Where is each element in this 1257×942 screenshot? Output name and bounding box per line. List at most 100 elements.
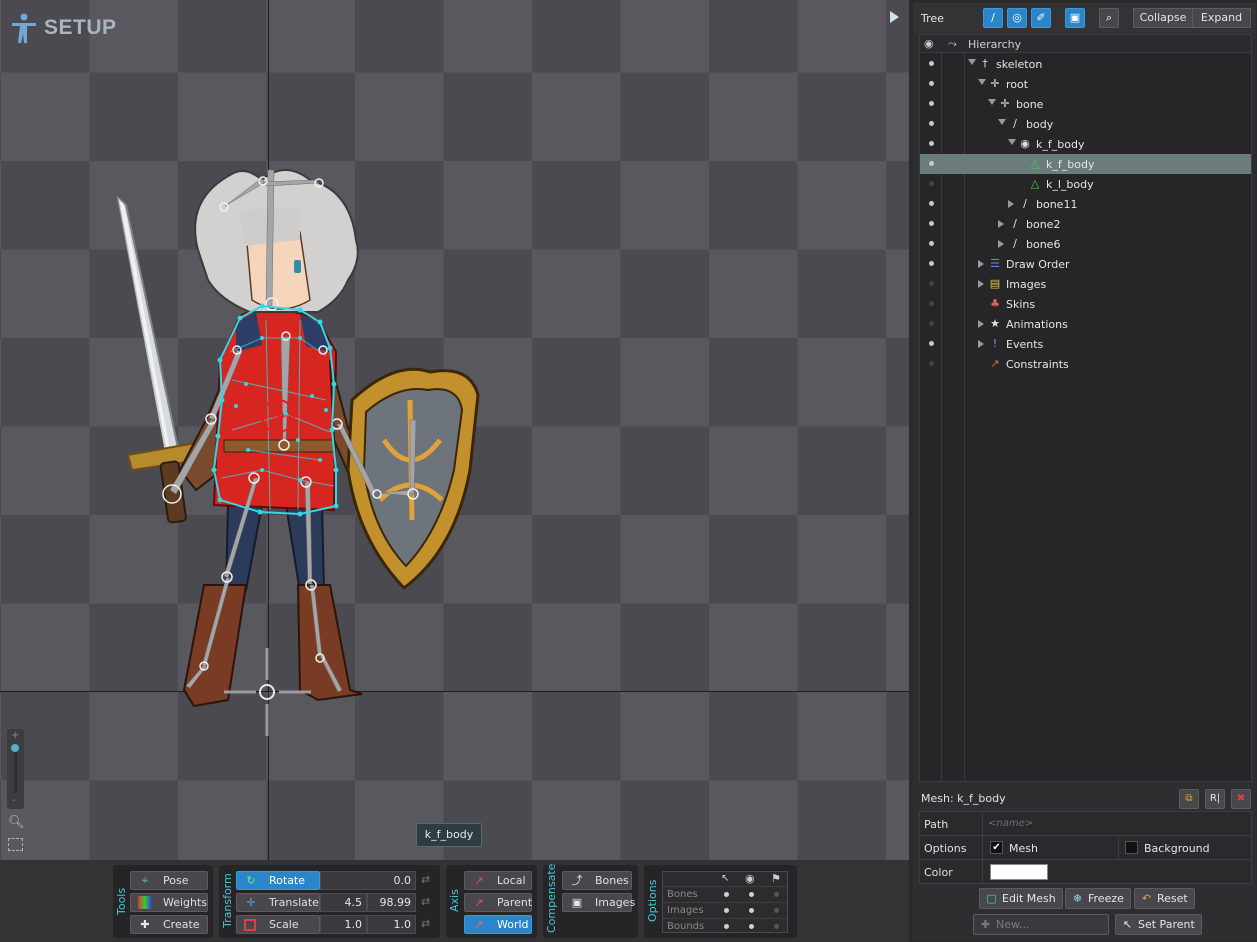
expanded-arrow-icon[interactable] — [998, 119, 1006, 125]
scale-link-icon[interactable]: ⇄ — [421, 917, 430, 930]
tree-node[interactable]: ∕ bone11 — [920, 194, 1251, 214]
tree-node[interactable]: △ k_l_body — [920, 174, 1251, 194]
translate-y-field[interactable]: 98.99 — [367, 893, 416, 912]
mode-indicator[interactable]: SETUP — [10, 12, 117, 44]
axis-world-button[interactable]: ↗ World — [464, 915, 532, 934]
rotate-button[interactable]: ↻ Rotate — [236, 871, 320, 890]
scale-button[interactable]: Scale — [236, 915, 320, 934]
visibility-dot[interactable] — [929, 301, 934, 306]
bones-select-toggle[interactable] — [724, 892, 729, 897]
search-button[interactable]: ⌕ — [1099, 8, 1119, 28]
zoom-fit-icon[interactable] — [8, 838, 23, 851]
scale-x-field[interactable]: 1.0 — [320, 915, 367, 934]
visibility-dot[interactable] — [929, 321, 934, 326]
set-parent-button[interactable]: ↖ Set Parent — [1115, 914, 1202, 935]
visibility-dot[interactable] — [929, 241, 934, 246]
collapsed-arrow-icon[interactable] — [998, 240, 1004, 248]
mesh-checkbox[interactable]: ✔ — [990, 841, 1003, 854]
tree-node[interactable]: △ k_f_body — [920, 154, 1251, 174]
collapsed-arrow-icon[interactable] — [978, 260, 984, 268]
tree-node[interactable]: † skeleton — [920, 54, 1251, 74]
bounds-names-toggle[interactable] — [774, 924, 779, 929]
zoom-magnifier-icon[interactable]: 🔍︎ — [8, 815, 25, 830]
axis-local-button[interactable]: ↗ Local — [464, 871, 532, 890]
color-swatch[interactable] — [990, 864, 1048, 880]
expanded-arrow-icon[interactable] — [978, 79, 986, 85]
bones-names-toggle[interactable] — [774, 892, 779, 897]
tree-node[interactable]: ∕ bone6 — [920, 234, 1251, 254]
tree-node[interactable]: ★ Animations — [920, 314, 1251, 334]
hierarchy-tree[interactable]: ◉ ⤳ Hierarchy † skeleton ✛ root ✛ bone ∕ body ◉ k… — [919, 34, 1252, 782]
background-checkbox[interactable] — [1125, 841, 1138, 854]
delete-button[interactable]: ✖ — [1231, 789, 1251, 809]
images-names-toggle[interactable] — [774, 908, 779, 913]
character-artwork[interactable] — [0, 0, 909, 860]
weights-tool-button[interactable]: Weights — [130, 893, 208, 912]
bounds-visible-toggle[interactable] — [749, 924, 754, 929]
visibility-dot[interactable] — [929, 221, 934, 226]
filter-slots-button[interactable]: ◎ — [1007, 8, 1027, 28]
tree-node[interactable]: ∕ bone2 — [920, 214, 1251, 234]
tree-node[interactable]: ∕ body — [920, 114, 1251, 134]
visibility-dot[interactable] — [929, 141, 934, 146]
tree-node[interactable]: ☰ Draw Order — [920, 254, 1251, 274]
collapsed-arrow-icon[interactable] — [1008, 200, 1014, 208]
edit-mesh-button[interactable]: ▢ Edit Mesh — [979, 888, 1063, 909]
visibility-dot[interactable] — [929, 201, 934, 206]
filter-bones-button[interactable]: ∕ — [983, 8, 1003, 28]
filter-attachments-button[interactable]: ✐ — [1031, 8, 1051, 28]
rotate-link-icon[interactable]: ⇄ — [421, 873, 430, 886]
axis-parent-button[interactable]: ↗ Parent — [464, 893, 532, 912]
tree-node[interactable]: ◉ k_f_body — [920, 134, 1251, 154]
compensate-bones-button[interactable]: ⤴ Bones — [562, 871, 632, 890]
duplicate-button[interactable]: ⧉ — [1179, 789, 1199, 809]
freeze-button[interactable]: ❄ Freeze — [1065, 888, 1131, 909]
visibility-dot[interactable] — [929, 61, 934, 66]
collapsed-arrow-icon[interactable] — [978, 280, 984, 288]
tree-node[interactable]: ▤ Images — [920, 274, 1251, 294]
path-input[interactable]: <name> — [988, 818, 1243, 829]
images-visible-toggle[interactable] — [749, 908, 754, 913]
expand-button[interactable]: Expand — [1192, 8, 1251, 28]
tree-node[interactable]: ↗ Constraints — [920, 354, 1251, 374]
translate-button[interactable]: ✛ Translate — [236, 893, 320, 912]
visibility-dot[interactable] — [929, 121, 934, 126]
bounds-select-toggle[interactable] — [724, 924, 729, 929]
viewport[interactable]: SETUP + - 🔍︎ k_f_body — [0, 0, 909, 860]
filter-constraints-button[interactable]: ▣ — [1065, 8, 1085, 28]
collapsed-arrow-icon[interactable] — [998, 220, 1004, 228]
expanded-arrow-icon[interactable] — [1008, 139, 1016, 145]
pose-tool-button[interactable]: ⌖ Pose — [130, 871, 208, 890]
zoom-track[interactable] — [14, 745, 17, 793]
rotate-value-field[interactable]: 0.0 — [320, 871, 416, 890]
create-tool-button[interactable]: ✚ Create — [130, 915, 208, 934]
visibility-dot[interactable] — [929, 361, 934, 366]
visibility-dot[interactable] — [929, 341, 934, 346]
expanded-arrow-icon[interactable] — [988, 99, 996, 105]
tree-node[interactable]: ♣ Skins — [920, 294, 1251, 314]
play-icon[interactable] — [890, 11, 899, 23]
collapse-button[interactable]: Collapse — [1133, 8, 1193, 28]
compensate-images-button[interactable]: ▣ Images — [562, 893, 635, 912]
collapsed-arrow-icon[interactable] — [978, 340, 984, 348]
translate-link-icon[interactable]: ⇄ — [421, 895, 430, 908]
images-select-toggle[interactable] — [724, 908, 729, 913]
visibility-dot[interactable] — [929, 161, 934, 166]
visibility-dot[interactable] — [929, 181, 934, 186]
tree-node[interactable]: ! Events — [920, 334, 1251, 354]
visibility-dot[interactable] — [929, 101, 934, 106]
expanded-arrow-icon[interactable] — [968, 59, 976, 65]
rename-button[interactable]: R| — [1205, 789, 1225, 809]
visibility-dot[interactable] — [929, 81, 934, 86]
scale-y-field[interactable]: 1.0 — [367, 915, 416, 934]
zoom-knob[interactable] — [11, 744, 19, 752]
visibility-dot[interactable] — [929, 281, 934, 286]
origin-gizmo[interactable] — [224, 648, 311, 736]
reset-button[interactable]: ↶ Reset — [1134, 888, 1195, 909]
zoom-slider[interactable]: + - — [7, 729, 24, 809]
bones-visible-toggle[interactable] — [749, 892, 754, 897]
translate-x-field[interactable]: 4.5 — [320, 893, 367, 912]
tree-node[interactable]: ✛ bone — [920, 94, 1251, 114]
new-attachment-button[interactable]: ✚ New... — [973, 914, 1109, 935]
visibility-dot[interactable] — [929, 261, 934, 266]
